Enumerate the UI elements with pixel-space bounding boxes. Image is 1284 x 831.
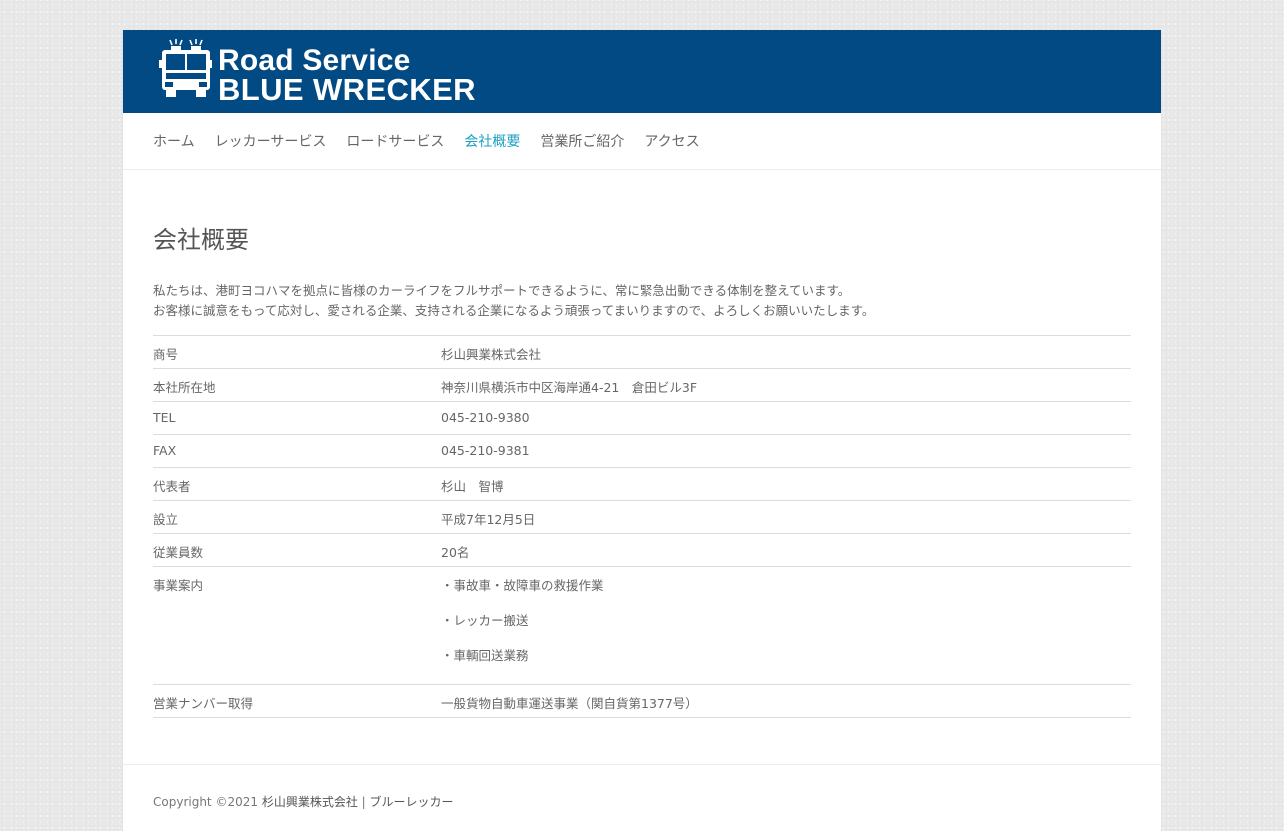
company-info-table: 商号 杉山興業株式会社 本社所在地 神奈川県横浜市中区海岸通4-21 倉田ビル3…: [153, 335, 1131, 718]
table-row: 商号 杉山興業株式会社: [153, 335, 1131, 369]
nav-item-wrecker-service[interactable]: レッカーサービス: [215, 131, 327, 151]
table-row: 事業案内 ・事故車・故障車の救援作業 ・レッカー搬送 ・車輌回送業務: [153, 566, 1131, 685]
nav-item-home[interactable]: ホーム: [153, 131, 195, 151]
table-row: 本社所在地 神奈川県横浜市中区海岸通4-21 倉田ビル3F: [153, 368, 1131, 402]
table-row: FAX 045-210-9381: [153, 434, 1131, 468]
nav-item-offices[interactable]: 営業所ご紹介: [540, 131, 624, 151]
row-label: 事業案内: [153, 566, 441, 685]
row-value: 一般貨物自動車運送事業（関自貨第1377号）: [441, 684, 1131, 718]
nav-item-company-profile[interactable]: 会社概要: [464, 131, 520, 151]
page-title: 会社概要: [153, 226, 249, 254]
site-logo[interactable]: Road Service BLUE WRECKER: [158, 38, 498, 105]
footer-copyright: Copyright ©2021 杉山興業株式会社 | ブルーレッカー: [153, 793, 454, 810]
copyright-text: Copyright ©2021: [153, 795, 258, 809]
table-row: 従業員数 20名: [153, 533, 1131, 567]
main-navigation: ホーム レッカーサービス ロードサービス 会社概要 営業所ご紹介 アクセス: [123, 113, 1161, 170]
intro-paragraph-1: 私たちは、港町ヨコハマを拠点に皆様のカーライフをフルサポートできるように、常に緊…: [153, 283, 851, 298]
row-label: 本社所在地: [153, 368, 441, 402]
business-item: ・車輌回送業務: [441, 648, 529, 663]
row-value: 神奈川県横浜市中区海岸通4-21 倉田ビル3F: [441, 368, 1131, 402]
row-value: 杉山 智博: [441, 467, 1131, 501]
site-header: Road Service BLUE WRECKER: [123, 30, 1161, 113]
logo-line-blue-wrecker: BLUE WRECKER: [218, 72, 476, 107]
row-value: 杉山興業株式会社: [441, 335, 1131, 369]
table-row: 代表者 杉山 智博: [153, 467, 1131, 501]
site-footer: Copyright ©2021 杉山興業株式会社 | ブルーレッカー: [123, 764, 1161, 831]
table-row: 設立 平成7年12月5日: [153, 500, 1131, 534]
row-value: 平成7年12月5日: [441, 500, 1131, 534]
row-value: 20名: [441, 533, 1131, 567]
business-item: ・事故車・故障車の救援作業: [441, 578, 604, 593]
logo-wordmark: Road Service BLUE WRECKER: [218, 46, 476, 107]
table-row: 営業ナンバー取得 一般貨物自動車運送事業（関自貨第1377号）: [153, 684, 1131, 718]
row-value-list: ・事故車・故障車の救援作業 ・レッカー搬送 ・車輌回送業務: [441, 566, 1131, 685]
row-label: TEL: [153, 401, 441, 435]
row-value: 045-210-9381: [441, 434, 1131, 468]
row-label: 営業ナンバー取得: [153, 684, 441, 718]
tow-truck-icon: [159, 39, 212, 97]
row-label: 設立: [153, 500, 441, 534]
footer-site-link[interactable]: ブルーレッカー: [370, 795, 454, 809]
nav-item-road-service[interactable]: ロードサービス: [346, 131, 444, 151]
row-label: 商号: [153, 335, 441, 369]
intro-paragraph-2: お客様に誠意をもって応対し、愛される企業、支持される企業になるよう頑張ってまいり…: [153, 303, 875, 318]
nav-item-access[interactable]: アクセス: [644, 131, 699, 151]
row-label: 従業員数: [153, 533, 441, 567]
footer-separator: |: [361, 795, 366, 809]
row-label: 代表者: [153, 467, 441, 501]
intro-text: 私たちは、港町ヨコハマを拠点に皆様のカーライフをフルサポートできるように、常に緊…: [153, 281, 874, 321]
row-value: 045-210-9380: [441, 401, 1131, 435]
page-container: Road Service BLUE WRECKER ホーム レッカーサービス ロ…: [123, 30, 1161, 831]
table-row: TEL 045-210-9380: [153, 401, 1131, 435]
business-item: ・レッカー搬送: [441, 613, 529, 628]
row-label: FAX: [153, 434, 441, 468]
footer-company-link[interactable]: 杉山興業株式会社: [262, 795, 358, 809]
